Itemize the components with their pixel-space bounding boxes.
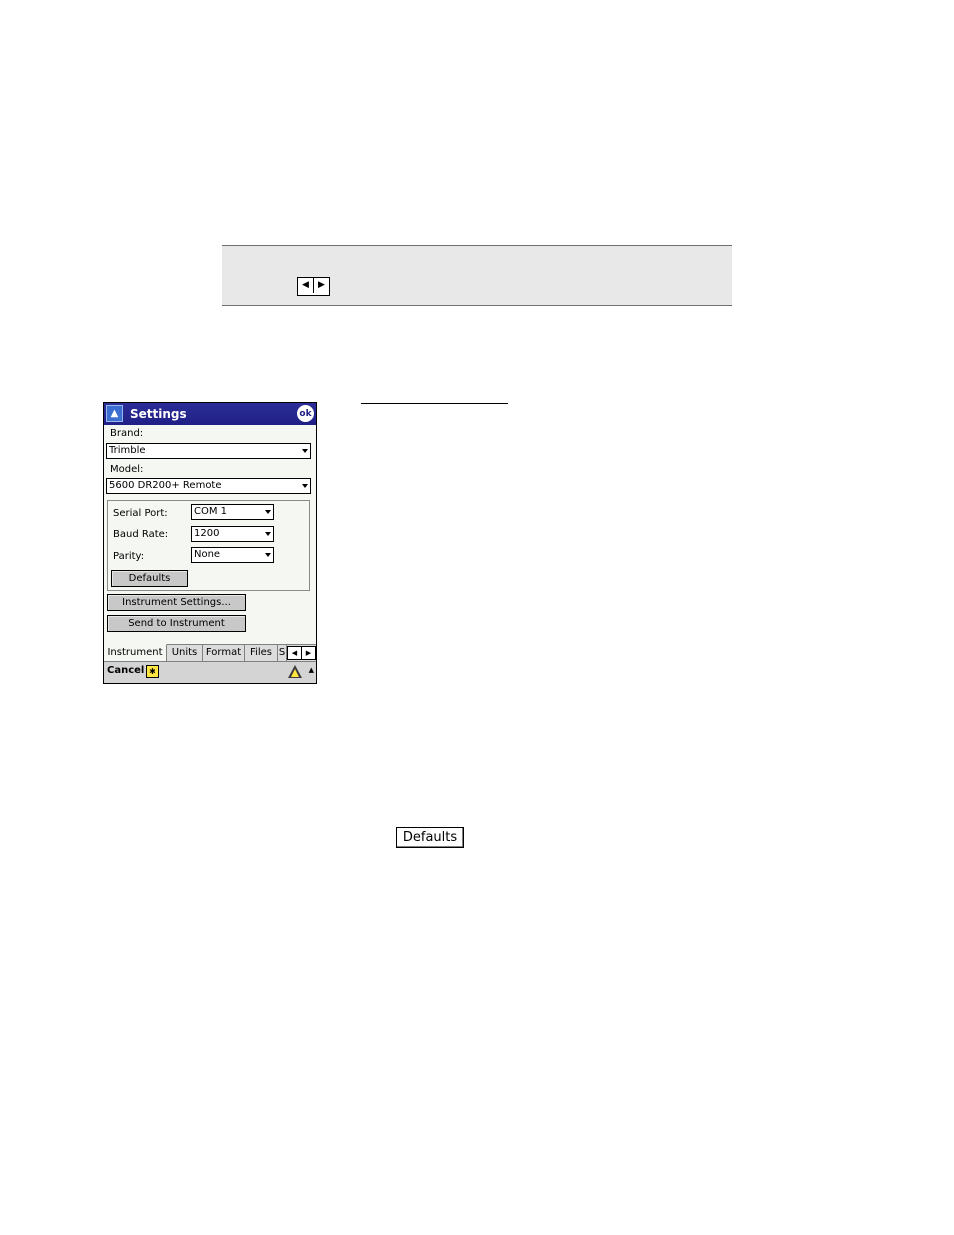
- dropdown-arrow-icon: [302, 449, 308, 453]
- tab-scroll-left-icon[interactable]: ◀: [288, 647, 301, 659]
- tab-scroll-right-icon[interactable]: ▶: [301, 647, 315, 659]
- brand-value: Trimble: [109, 445, 146, 456]
- dropdown-arrow-icon: [265, 532, 271, 536]
- tab-files[interactable]: Files: [245, 645, 278, 661]
- menu-bar: Cancel ✱ ▲: [104, 661, 316, 683]
- tab-units[interactable]: Units: [167, 645, 203, 661]
- window-title: Settings: [130, 407, 187, 421]
- note-box: ◀ ▶: [222, 245, 732, 306]
- input-panel-icon[interactable]: ✱: [146, 665, 159, 678]
- parity-value: None: [194, 549, 221, 560]
- serial-port-value: COM 1: [194, 506, 228, 517]
- baud-rate-value: 1200: [194, 528, 220, 539]
- parity-label: Parity:: [113, 551, 145, 562]
- model-dropdown[interactable]: 5600 DR200+ Remote: [106, 478, 311, 494]
- tab-scroll-arrows-image: ◀ ▶: [297, 277, 330, 296]
- serial-port-dropdown[interactable]: COM 1: [191, 504, 274, 520]
- chevron-up-icon[interactable]: ▲: [309, 666, 314, 674]
- baud-rate-dropdown[interactable]: 1200: [191, 526, 274, 542]
- serial-port-label: Serial Port:: [113, 508, 168, 519]
- parity-dropdown[interactable]: None: [191, 547, 274, 563]
- brand-label: Brand:: [110, 428, 144, 439]
- scroll-left-icon: ◀: [302, 280, 309, 290]
- cancel-menu-item[interactable]: Cancel: [107, 665, 144, 676]
- instrument-settings-button[interactable]: Instrument Settings...: [107, 594, 246, 611]
- model-label: Model:: [110, 464, 144, 475]
- pda-settings-screen: ▲ Settings ok Brand: Trimble Model: 5600…: [103, 402, 317, 684]
- tab-instrument[interactable]: Instrument: [104, 644, 167, 661]
- start-menu-icon[interactable]: ▲: [106, 405, 123, 422]
- tab-bar: Instrument Units Format Files S ◀ ▶: [104, 644, 316, 661]
- scroll-right-icon: ▶: [313, 278, 329, 293]
- tab-partial[interactable]: S: [278, 645, 287, 661]
- baud-rate-label: Baud Rate:: [113, 529, 169, 540]
- brand-dropdown[interactable]: Trimble: [106, 443, 311, 459]
- dropdown-arrow-icon: [265, 510, 271, 514]
- dropdown-arrow-icon: [302, 484, 308, 488]
- link-underline: [361, 403, 508, 404]
- tab-scroll-control[interactable]: ◀ ▶: [287, 646, 316, 660]
- tab-format[interactable]: Format: [203, 645, 245, 661]
- warning-icon[interactable]: [288, 665, 302, 678]
- defaults-button[interactable]: Defaults: [111, 570, 188, 587]
- send-to-instrument-button[interactable]: Send to Instrument: [107, 615, 246, 632]
- model-value: 5600 DR200+ Remote: [109, 480, 222, 491]
- dropdown-arrow-icon: [265, 553, 271, 557]
- ok-button[interactable]: ok: [297, 405, 314, 422]
- title-bar: ▲ Settings ok: [104, 403, 316, 425]
- defaults-button-image: Defaults: [396, 827, 464, 848]
